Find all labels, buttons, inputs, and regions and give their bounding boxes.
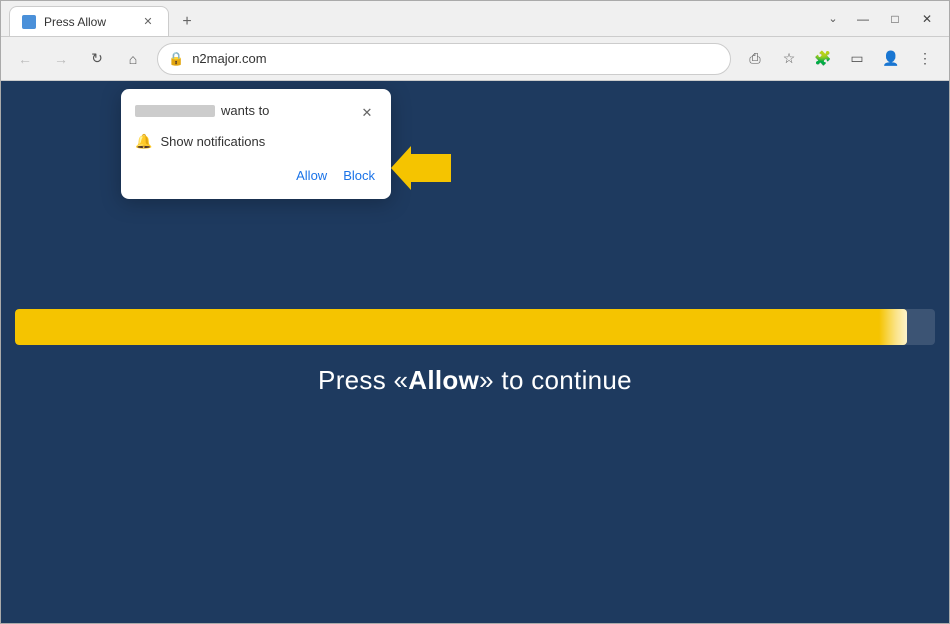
tab-area: Press Allow ✕ + [9, 1, 815, 36]
popup-close-button[interactable]: ✕ [357, 103, 377, 123]
popup-notification-label: Show notifications [160, 134, 265, 149]
arrow-icon [391, 146, 451, 190]
window-controls: ⌄ — □ ✕ [821, 5, 941, 33]
minimize-button[interactable]: — [849, 5, 877, 33]
extensions-button[interactable]: 🧩 [807, 43, 839, 75]
menu-button[interactable]: ⋮ [909, 43, 941, 75]
progress-end-highlight [879, 309, 907, 345]
popup-title: wants to [135, 103, 269, 118]
progress-bar [15, 309, 907, 345]
chevron-down-button[interactable]: ⌄ [821, 7, 845, 31]
new-tab-button[interactable]: + [173, 8, 201, 36]
allow-button[interactable]: Allow [294, 164, 329, 187]
refresh-button[interactable]: ↻ [81, 43, 113, 75]
popup-actions: Allow Block [135, 164, 377, 187]
popup-wants-to-label: wants to [221, 103, 269, 118]
back-button[interactable]: ← [9, 43, 41, 75]
profile-button[interactable]: 👤 [875, 43, 907, 75]
nav-actions: ⎙ ☆ 🧩 ▭ 👤 ⋮ [739, 43, 941, 75]
sidebar-button[interactable]: ▭ [841, 43, 873, 75]
popup-notification-row: 🔔 Show notifications [135, 133, 377, 150]
forward-button[interactable]: → [45, 43, 77, 75]
lock-icon: 🔒 [168, 51, 184, 67]
notification-popup: wants to ✕ 🔔 Show notifications Allow Bl… [121, 89, 391, 199]
page-content: wants to ✕ 🔔 Show notifications Allow Bl… [1, 81, 949, 623]
arrow-indicator [391, 146, 451, 195]
url-text: n2major.com [192, 51, 720, 66]
popup-site-name-blurred [135, 105, 215, 117]
block-button[interactable]: Block [341, 164, 377, 187]
close-button[interactable]: ✕ [913, 5, 941, 33]
instruction-text: Press «Allow» to continue [318, 365, 632, 396]
tab-label: Press Allow [44, 15, 132, 29]
allow-keyword: Allow [408, 365, 479, 395]
active-tab[interactable]: Press Allow ✕ [9, 6, 169, 36]
tab-favicon [22, 15, 36, 29]
popup-header: wants to ✕ [135, 103, 377, 123]
address-bar[interactable]: 🔒 n2major.com [157, 43, 731, 75]
title-bar: Press Allow ✕ + ⌄ — □ ✕ [1, 1, 949, 37]
main-content: 98% Press «Allow» to continue [1, 309, 949, 396]
tab-close-button[interactable]: ✕ [140, 14, 156, 30]
maximize-button[interactable]: □ [881, 5, 909, 33]
progress-container: 98% [15, 309, 935, 345]
bell-icon: 🔔 [135, 133, 152, 150]
navigation-bar: ← → ↻ ⌂ 🔒 n2major.com ⎙ ☆ 🧩 ▭ 👤 ⋮ [1, 37, 949, 81]
home-button[interactable]: ⌂ [117, 43, 149, 75]
bookmark-button[interactable]: ☆ [773, 43, 805, 75]
share-button[interactable]: ⎙ [739, 43, 771, 75]
browser-window: Press Allow ✕ + ⌄ — □ ✕ ← → ↻ ⌂ 🔒 n2majo… [0, 0, 950, 624]
